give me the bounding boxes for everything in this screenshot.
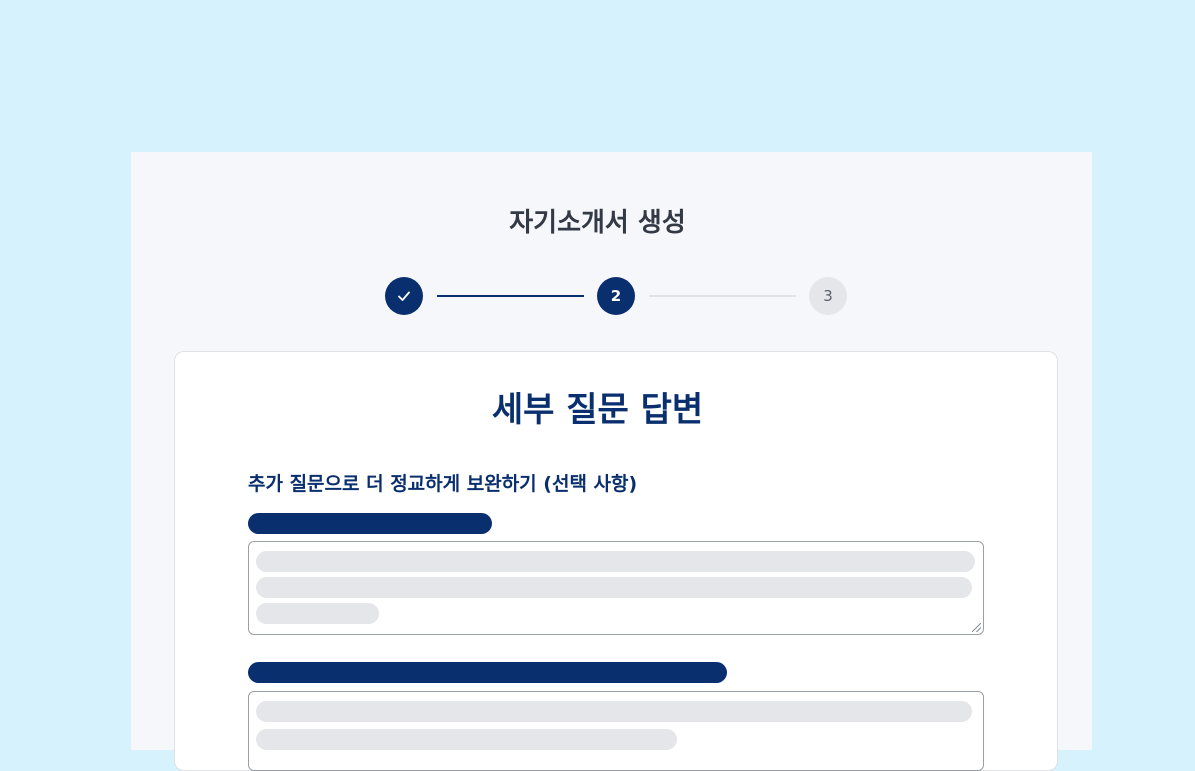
skeleton-line <box>256 603 379 624</box>
step-2-active: 2 <box>597 277 635 315</box>
step-1-completed <box>385 277 423 315</box>
step-connector-pending <box>649 295 796 297</box>
answer-textarea-1[interactable] <box>248 541 984 635</box>
skeleton-line <box>256 701 972 722</box>
check-icon <box>398 291 410 301</box>
step-connector-completed <box>437 295 584 297</box>
resize-handle-icon[interactable] <box>972 623 981 632</box>
page-title: 자기소개서 생성 <box>509 208 686 238</box>
answer-textarea-2[interactable] <box>248 691 984 771</box>
question-2-placeholder <box>248 662 727 683</box>
skeleton-line <box>256 551 975 572</box>
skeleton-line <box>256 577 972 598</box>
card-title: 세부 질문 답변 <box>491 390 704 430</box>
skeleton-line <box>256 729 677 750</box>
section-label: 추가 질문으로 더 정교하게 보완하기 (선택 사항) <box>248 473 638 495</box>
step-3-pending: 3 <box>809 277 847 315</box>
question-1-placeholder <box>248 513 492 534</box>
